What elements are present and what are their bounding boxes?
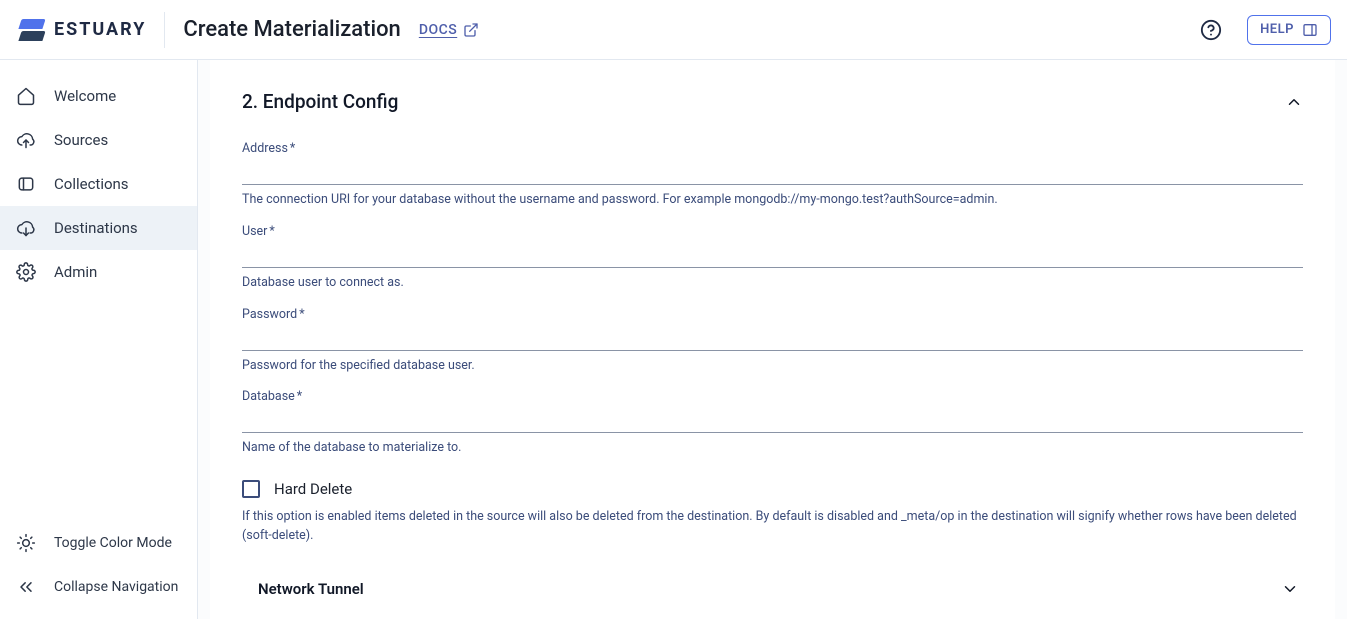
field-label: User* bbox=[242, 224, 1303, 239]
estuary-logo-icon bbox=[20, 18, 44, 42]
sidebar-item-label: Collections bbox=[54, 175, 129, 193]
field-help: Password for the specified database user… bbox=[242, 357, 1303, 376]
field-address: Address* The connection URI for your dat… bbox=[242, 141, 1303, 210]
sidebar-item-label: Admin bbox=[54, 263, 97, 281]
page-title: Create Materialization bbox=[183, 17, 400, 42]
sidebar-item-destinations[interactable]: Destinations bbox=[0, 206, 197, 250]
network-tunnel-label: Network Tunnel bbox=[258, 580, 364, 598]
sidebar-item-label: Toggle Color Mode bbox=[54, 535, 172, 551]
sidebar-item-label: Welcome bbox=[54, 87, 116, 105]
sidebar-item-label: Sources bbox=[54, 131, 108, 149]
sidebar-item-sources[interactable]: Sources bbox=[0, 118, 197, 162]
chevron-up-icon[interactable] bbox=[1285, 93, 1303, 111]
field-password: Password* Password for the specified dat… bbox=[242, 307, 1303, 376]
gear-icon bbox=[16, 262, 36, 282]
sidebar-item-label: Destinations bbox=[54, 219, 138, 237]
field-help: Database user to connect as. bbox=[242, 274, 1303, 293]
sidebar-item-welcome[interactable]: Welcome bbox=[0, 74, 197, 118]
field-user: User* Database user to connect as. bbox=[242, 224, 1303, 293]
sidebar-item-admin[interactable]: Admin bbox=[0, 250, 197, 294]
chevrons-left-icon bbox=[16, 577, 36, 597]
hard-delete-label: Hard Delete bbox=[274, 480, 352, 498]
toggle-color-mode-button[interactable]: Toggle Color Mode bbox=[0, 521, 197, 565]
docs-link-label: DOCS bbox=[419, 22, 457, 38]
home-icon bbox=[16, 86, 36, 106]
main-content: 2. Endpoint Config Address* The connecti… bbox=[198, 60, 1347, 619]
hard-delete-help: If this option is enabled items deleted … bbox=[242, 508, 1303, 546]
cloud-download-icon bbox=[16, 218, 36, 238]
help-button-label: HELP bbox=[1260, 22, 1294, 37]
sidebar-item-label: Collapse Navigation bbox=[54, 579, 178, 595]
hard-delete-checkbox[interactable] bbox=[242, 480, 260, 498]
cloud-upload-icon bbox=[16, 130, 36, 150]
chevron-down-icon bbox=[1281, 580, 1299, 598]
brand-name: ESTUARY bbox=[54, 19, 146, 40]
field-database: Database* Name of the database to materi… bbox=[242, 389, 1303, 458]
field-help: The connection URI for your database wit… bbox=[242, 191, 1303, 210]
sidebar-item-collections[interactable]: Collections bbox=[0, 162, 197, 206]
database-icon bbox=[16, 174, 36, 194]
app-header: ESTUARY Create Materialization DOCS HELP bbox=[0, 0, 1347, 60]
external-link-icon bbox=[463, 22, 479, 38]
password-input[interactable] bbox=[242, 324, 1303, 351]
field-label: Database* bbox=[242, 389, 1303, 404]
section-header[interactable]: 2. Endpoint Config bbox=[242, 90, 1303, 113]
collapse-navigation-button[interactable]: Collapse Navigation bbox=[0, 565, 197, 609]
sun-icon bbox=[16, 533, 36, 553]
sidebar: Welcome Sources Collections Destinations… bbox=[0, 60, 198, 619]
database-input[interactable] bbox=[242, 406, 1303, 433]
field-label: Password* bbox=[242, 307, 1303, 322]
panel-right-icon bbox=[1302, 22, 1318, 38]
field-help: Name of the database to materialize to. bbox=[242, 439, 1303, 458]
network-tunnel-section[interactable]: Network Tunnel bbox=[242, 560, 1303, 598]
section-title-text: 2. Endpoint Config bbox=[242, 90, 398, 113]
help-button[interactable]: HELP bbox=[1247, 15, 1331, 45]
docs-link[interactable]: DOCS bbox=[419, 22, 479, 38]
help-circle-icon bbox=[1200, 19, 1222, 41]
address-input[interactable] bbox=[242, 158, 1303, 185]
hard-delete-row: Hard Delete bbox=[242, 480, 1303, 498]
user-input[interactable] bbox=[242, 241, 1303, 268]
field-label: Address* bbox=[242, 141, 1303, 156]
brand-logo[interactable]: ESTUARY bbox=[20, 12, 165, 48]
help-circle-button[interactable] bbox=[1193, 12, 1229, 48]
